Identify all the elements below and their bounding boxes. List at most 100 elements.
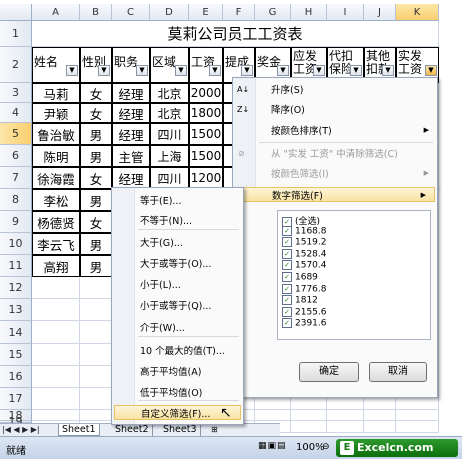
menu-number-filter[interactable]: 数字筛选(F) ▶ bbox=[235, 187, 435, 202]
column-header-d[interactable]: D bbox=[150, 4, 189, 21]
view-buttons-icon[interactable]: ▦▣▤ bbox=[258, 441, 287, 451]
sheet-title-cell[interactable]: 莫莉公司员工工资表 bbox=[32, 21, 439, 47]
data-cell[interactable]: 经理 bbox=[112, 103, 150, 123]
number-filter-option[interactable]: 高于平均值(A) bbox=[112, 363, 243, 378]
tab-scroll-buttons[interactable]: |◀ ◀ ▶ ▶| bbox=[2, 424, 40, 436]
filter-dropdown-button[interactable]: ▼ bbox=[66, 65, 78, 76]
grid-cell[interactable] bbox=[327, 421, 364, 433]
filter-dropdown-button[interactable]: ▼ bbox=[98, 65, 110, 76]
menu-sort-descending[interactable]: Z↓ 降序(O) bbox=[233, 102, 437, 117]
value-checkbox-item[interactable]: ✓ 2155.6 bbox=[282, 306, 327, 317]
tab-sheet1[interactable]: Sheet1 bbox=[58, 424, 100, 436]
filter-dropdown-button[interactable]: ▼ bbox=[209, 65, 221, 76]
checkbox-icon[interactable]: ✓ bbox=[282, 237, 292, 248]
grid-cell[interactable] bbox=[80, 321, 112, 344]
value-checkbox-item[interactable]: ✓ 1168.8 bbox=[282, 225, 327, 236]
value-checkbox-item[interactable]: ✓ 1812 bbox=[282, 295, 318, 306]
grid-cell[interactable] bbox=[396, 410, 439, 421]
row-header-10[interactable]: 10 bbox=[0, 233, 32, 255]
row-header-6[interactable]: 6 bbox=[0, 145, 32, 167]
data-cell[interactable]: 高翔 bbox=[32, 255, 80, 277]
grid-cell[interactable] bbox=[80, 277, 112, 299]
number-filter-option[interactable]: 等于(E)... bbox=[112, 192, 243, 207]
column-header-j[interactable]: J bbox=[364, 4, 396, 21]
data-cell[interactable]: 马莉 bbox=[32, 83, 80, 103]
value-checkbox-item[interactable]: ✓ 1689 bbox=[282, 272, 318, 283]
value-checklist[interactable]: ✓ (全选) ✓ 1168.8 ✓ 1519.2 ✓ 1528.4 ✓ 1570.4 ✓ 1689 ✓ 1… bbox=[277, 210, 431, 340]
number-filter-option[interactable]: 不等于(N)... bbox=[112, 212, 243, 227]
grid-cell[interactable] bbox=[396, 421, 439, 433]
checkbox-icon[interactable]: ✓ bbox=[282, 318, 292, 329]
data-cell[interactable]: 1500 bbox=[189, 123, 223, 145]
data-cell[interactable]: 男 bbox=[80, 255, 112, 277]
grid-cell[interactable] bbox=[32, 277, 80, 299]
value-checkbox-item[interactable]: ✓ 1519.2 bbox=[282, 237, 327, 248]
filter-dropdown-button[interactable]: ▼ bbox=[425, 65, 437, 76]
grid-cell[interactable] bbox=[32, 410, 80, 421]
zoom-level[interactable]: 100% bbox=[296, 442, 325, 453]
data-cell[interactable]: 女 bbox=[80, 167, 112, 189]
data-cell[interactable]: 尹颖 bbox=[32, 103, 80, 123]
grid-cell[interactable] bbox=[364, 421, 396, 433]
data-cell[interactable]: 鲁治敏 bbox=[32, 123, 80, 145]
grid-cell[interactable] bbox=[291, 421, 327, 433]
number-filter-option[interactable]: 大于或等于(O)... bbox=[112, 255, 243, 270]
grid-cell[interactable] bbox=[80, 299, 112, 321]
filter-dropdown-button[interactable]: ▼ bbox=[350, 65, 362, 76]
ok-button[interactable]: 确定 bbox=[299, 362, 359, 382]
grid-cell[interactable] bbox=[291, 410, 327, 421]
data-cell[interactable]: 女 bbox=[80, 211, 112, 233]
row-header-11[interactable]: 11 bbox=[0, 255, 32, 277]
data-cell[interactable]: 经理 bbox=[112, 123, 150, 145]
value-checkbox-item[interactable]: ✓ 2391.6 bbox=[282, 318, 327, 329]
column-header-f[interactable]: F bbox=[223, 4, 255, 21]
checkbox-icon[interactable]: ✓ bbox=[282, 272, 292, 282]
tab-sheet3[interactable]: Sheet3 bbox=[160, 424, 201, 436]
data-cell[interactable]: 上海 bbox=[150, 145, 189, 167]
number-filter-option[interactable]: 10 个最大的值(T)... bbox=[112, 342, 243, 357]
row-header-5[interactable]: 5 bbox=[0, 123, 32, 145]
filter-dropdown-button[interactable]: ▼ bbox=[313, 65, 325, 76]
menu-sort-ascending[interactable]: A↓ 升序(S) bbox=[233, 82, 437, 97]
data-cell[interactable]: 1800 bbox=[189, 103, 223, 123]
row-header-3[interactable]: 3 bbox=[0, 83, 32, 103]
data-cell[interactable]: 女 bbox=[80, 83, 112, 103]
number-filter-option[interactable]: 小于或等于(Q)... bbox=[112, 297, 243, 312]
checkbox-icon[interactable]: ✓ bbox=[282, 283, 292, 294]
row-header-14[interactable]: 14 bbox=[0, 321, 32, 344]
filter-dropdown-button[interactable]: ▼ bbox=[136, 65, 148, 76]
data-cell[interactable]: 经理 bbox=[112, 167, 150, 189]
grid-cell[interactable] bbox=[32, 321, 80, 344]
filter-dropdown-button[interactable]: ▼ bbox=[175, 65, 187, 76]
data-cell[interactable]: 四川 bbox=[150, 123, 189, 145]
value-checkbox-item[interactable]: ✓ 1570.4 bbox=[282, 260, 327, 271]
insert-sheet-icon[interactable]: ⊞ bbox=[208, 424, 221, 436]
column-header-c[interactable]: C bbox=[112, 4, 150, 21]
checkbox-icon[interactable]: ✓ bbox=[282, 295, 292, 306]
column-header-b[interactable]: B bbox=[80, 4, 112, 21]
row-header-2[interactable]: 2 bbox=[0, 47, 32, 83]
checkbox-icon[interactable]: ✓ bbox=[282, 225, 292, 236]
filter-dropdown-button[interactable]: ▼ bbox=[241, 65, 253, 76]
number-filter-option[interactable]: 介于(W)... bbox=[112, 319, 243, 334]
row-header-9[interactable]: 9 bbox=[0, 211, 32, 233]
grid-cell[interactable] bbox=[32, 388, 80, 410]
checkbox-icon[interactable]: ✓ bbox=[282, 248, 292, 259]
data-cell[interactable]: 四川 bbox=[150, 167, 189, 189]
column-header-a[interactable]: A bbox=[32, 4, 80, 21]
value-checkbox-item[interactable]: ✓ 1528.4 bbox=[282, 248, 327, 259]
grid-cell[interactable] bbox=[32, 299, 80, 321]
filter-dropdown-button[interactable]: ▼ bbox=[382, 65, 394, 76]
row-header-1[interactable]: 1 bbox=[0, 21, 32, 47]
grid-cell[interactable] bbox=[364, 410, 396, 421]
grid-cell[interactable] bbox=[80, 388, 112, 410]
filter-dropdown-button[interactable]: ▼ bbox=[277, 65, 289, 76]
select-all-corner[interactable] bbox=[0, 4, 32, 21]
cancel-button[interactable]: 取消 bbox=[369, 362, 427, 382]
row-header-17[interactable]: 17 bbox=[0, 388, 32, 410]
column-header-g[interactable]: G bbox=[255, 4, 291, 21]
data-cell[interactable]: 李云飞 bbox=[32, 233, 80, 255]
data-cell[interactable]: 女 bbox=[80, 103, 112, 123]
data-cell[interactable]: 陈明 bbox=[32, 145, 80, 167]
checkbox-icon[interactable]: ✓ bbox=[282, 306, 292, 317]
